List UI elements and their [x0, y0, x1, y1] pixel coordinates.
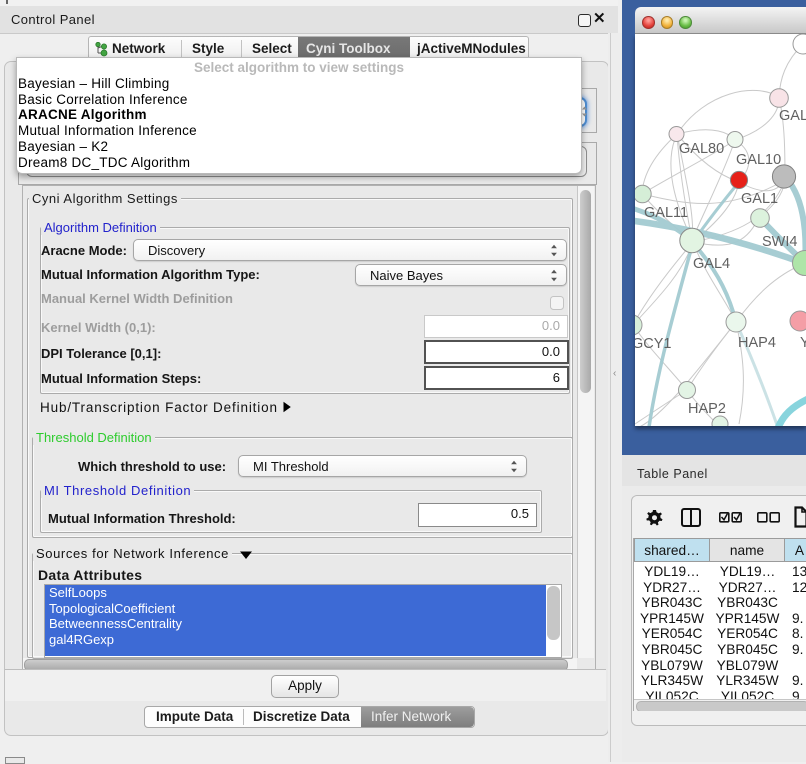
svg-text:GCY1: GCY1: [635, 336, 672, 352]
svg-text:GAL10: GAL10: [736, 152, 781, 168]
svg-text:SWI4: SWI4: [762, 234, 797, 250]
svg-text:HAP2: HAP2: [688, 401, 726, 417]
svg-text:GAL4: GAL4: [693, 256, 730, 272]
svg-text:HAP4: HAP4: [738, 335, 776, 351]
svg-text:GAL1: GAL1: [741, 191, 778, 207]
svg-text:Y: Y: [800, 335, 806, 351]
svg-text:GAL11: GAL11: [644, 205, 688, 221]
svg-text:GAL80: GAL80: [679, 141, 724, 157]
svg-text:GAL: GAL: [779, 108, 806, 124]
